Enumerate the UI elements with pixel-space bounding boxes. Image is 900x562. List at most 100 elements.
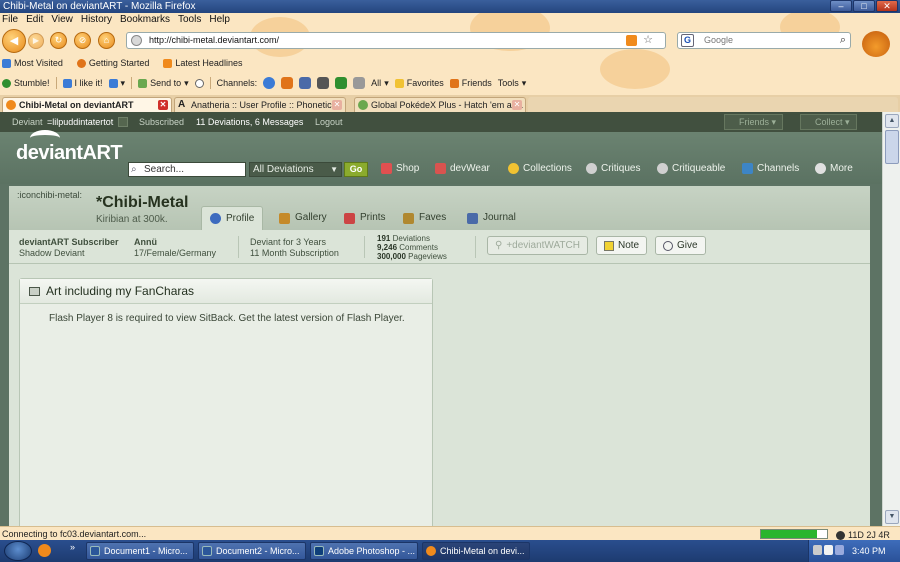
stats-divider <box>238 236 239 258</box>
tray-clock[interactable]: 3:40 PM <box>852 540 886 562</box>
menu-help[interactable]: Help <box>209 13 230 27</box>
forward-button[interactable]: ▶ <box>28 33 44 49</box>
send-to-button[interactable]: Send to ▾ <box>138 78 189 89</box>
thumbs-down-button[interactable]: ▾ <box>108 78 125 89</box>
note-button[interactable]: Note <box>596 236 648 255</box>
channel-news-icon[interactable] <box>299 77 312 89</box>
subscribed-link[interactable]: Subscribed <box>139 112 184 132</box>
tab-journal[interactable]: Journal <box>459 206 524 230</box>
scroll-thumb[interactable] <box>885 130 899 164</box>
bookmark-getting-started[interactable]: Getting Started <box>76 56 149 70</box>
tab-label: Anatheria :: User Profile :: Phonetic <box>191 100 332 110</box>
tab-prints[interactable]: Prints <box>336 206 394 230</box>
tab-chibi-metal[interactable]: Chibi-Metal on deviantART ✕ <box>2 97 172 112</box>
tab-profile[interactable]: Profile <box>201 206 264 230</box>
menu-view[interactable]: View <box>51 13 73 27</box>
nav-shop[interactable]: Shop <box>381 163 419 174</box>
nav-collections[interactable]: Collections <box>508 163 572 174</box>
pageviews-stat: 300,000 Pageviews <box>377 252 447 261</box>
nav-devwear[interactable]: devWear <box>435 163 490 174</box>
logout-link[interactable]: Logout <box>315 112 343 132</box>
close-button[interactable]: ✕ <box>876 0 898 12</box>
tab-faves[interactable]: Faves <box>395 206 454 230</box>
tab-pokedex[interactable]: Global PokédeX Plus - Hatch 'em all... ✕ <box>354 97 526 112</box>
tab-label: Global PokédeX Plus - Hatch 'em all... <box>371 100 524 110</box>
nav-critiques[interactable]: Critiques <box>586 163 640 174</box>
all-channels-button[interactable]: All ▾ <box>371 78 389 89</box>
friends-button[interactable]: Friends <box>449 78 492 88</box>
vertical-scrollbar[interactable]: ▲ ▼ <box>882 112 900 526</box>
nav-channels[interactable]: Channels <box>742 163 799 174</box>
menu-tools[interactable]: Tools <box>178 13 201 27</box>
message-counts[interactable]: 11 Deviations, 6 Messages <box>196 112 303 132</box>
bookmark-latest-headlines[interactable]: Latest Headlines <box>163 56 242 70</box>
back-button[interactable]: ◀ <box>2 29 26 53</box>
tray-network-icon[interactable] <box>813 545 822 555</box>
i-like-it-button[interactable]: I like it! <box>62 78 103 88</box>
task-label: Chibi-Metal on devi... <box>440 546 525 556</box>
menu-edit[interactable]: Edit <box>26 13 43 27</box>
task-firefox[interactable]: Chibi-Metal on devi... <box>422 542 530 560</box>
search-scope-value: All Deviations <box>253 164 314 175</box>
site-search-input[interactable]: ⌕ Search... <box>128 162 246 177</box>
devwatch-button[interactable]: ⚲ +deviantWATCH <box>487 236 588 255</box>
forward-arrow-icon: ▶ <box>32 36 40 45</box>
speech-bubble-icon[interactable] <box>194 78 204 88</box>
tab-close-icon[interactable]: ✕ <box>512 100 522 110</box>
menu-file[interactable]: File <box>2 13 18 27</box>
favorites-button[interactable]: Favorites <box>394 78 444 88</box>
channel-photo-icon[interactable] <box>335 77 348 89</box>
scroll-up-icon[interactable]: ▲ <box>885 114 899 128</box>
channel-people-icon[interactable] <box>281 77 294 89</box>
tools-button[interactable]: Tools ▾ <box>498 78 527 89</box>
channel-video-icon[interactable] <box>317 77 330 89</box>
quicklaunch-firefox-icon[interactable] <box>38 544 51 557</box>
addon-icon <box>836 530 845 540</box>
search-scope-select[interactable]: All Deviations ▼ <box>249 162 342 177</box>
tab-close-icon[interactable]: ✕ <box>158 100 168 110</box>
tab-anatheria[interactable]: A Anatheria :: User Profile :: Phonetic … <box>174 97 346 112</box>
minimize-button[interactable]: – <box>830 0 852 12</box>
maximize-button[interactable]: □ <box>853 0 875 12</box>
journal-icon <box>467 212 478 224</box>
channel-tag-icon[interactable] <box>353 77 366 89</box>
quicklaunch-overflow-icon[interactable]: » <box>70 542 75 552</box>
user-menu-dropdown[interactable] <box>118 117 128 127</box>
nav-critiqueable[interactable]: Critiqueable <box>657 163 725 174</box>
reload-button[interactable]: ↻ <box>50 32 67 49</box>
search-bar[interactable]: G Google ⌕ <box>677 32 851 49</box>
tray-power-icon[interactable] <box>835 545 844 555</box>
home-button[interactable]: ⌂ <box>98 32 115 49</box>
scroll-down-icon[interactable]: ▼ <box>885 510 899 524</box>
task-document2[interactable]: Document2 - Micro... <box>198 542 306 560</box>
stumble-button[interactable]: Stumble! <box>2 78 50 88</box>
nav-more[interactable]: More <box>815 163 853 174</box>
search-icon: ⌕ <box>131 164 137 175</box>
tray-volume-icon[interactable] <box>824 545 833 555</box>
channel-globe-icon[interactable] <box>263 77 276 89</box>
bookmark-star-icon[interactable]: ☆ <box>643 33 653 48</box>
menu-history[interactable]: History <box>81 13 112 27</box>
friends-dropdown[interactable]: Friends ▾ <box>724 114 784 130</box>
tab-close-icon[interactable]: ✕ <box>332 100 342 110</box>
tab-gallery[interactable]: Gallery <box>271 206 335 230</box>
search-magnifier-icon[interactable]: ⌕ <box>840 33 846 48</box>
firefox-logo-icon <box>862 31 890 57</box>
give-button[interactable]: Give <box>655 236 706 255</box>
address-url: http://chibi-metal.deviantart.com/ <box>149 35 280 45</box>
start-button[interactable] <box>4 541 32 561</box>
task-photoshop[interactable]: Adobe Photoshop - ... <box>310 542 418 560</box>
bookmark-most-visited[interactable]: Most Visited <box>2 56 63 70</box>
address-bar[interactable]: http://chibi-metal.deviantart.com/ ☆ <box>126 32 666 49</box>
window-title: Chibi-Metal on deviantART - Mozilla Fire… <box>3 1 196 12</box>
deviantart-logo[interactable]: deviantART <box>16 130 123 165</box>
rss-feed-icon[interactable] <box>626 35 637 46</box>
deviant-username[interactable]: =lilpuddintatertot <box>47 112 113 132</box>
collect-dropdown[interactable]: Collect ▾ <box>800 114 857 130</box>
task-document1[interactable]: Document1 - Micro... <box>86 542 194 560</box>
menu-bookmarks[interactable]: Bookmarks <box>120 13 170 27</box>
google-engine-icon[interactable]: G <box>681 34 694 47</box>
stop-button[interactable]: ⊘ <box>74 32 91 49</box>
go-button[interactable]: Go <box>344 162 368 177</box>
send-icon <box>138 78 148 88</box>
